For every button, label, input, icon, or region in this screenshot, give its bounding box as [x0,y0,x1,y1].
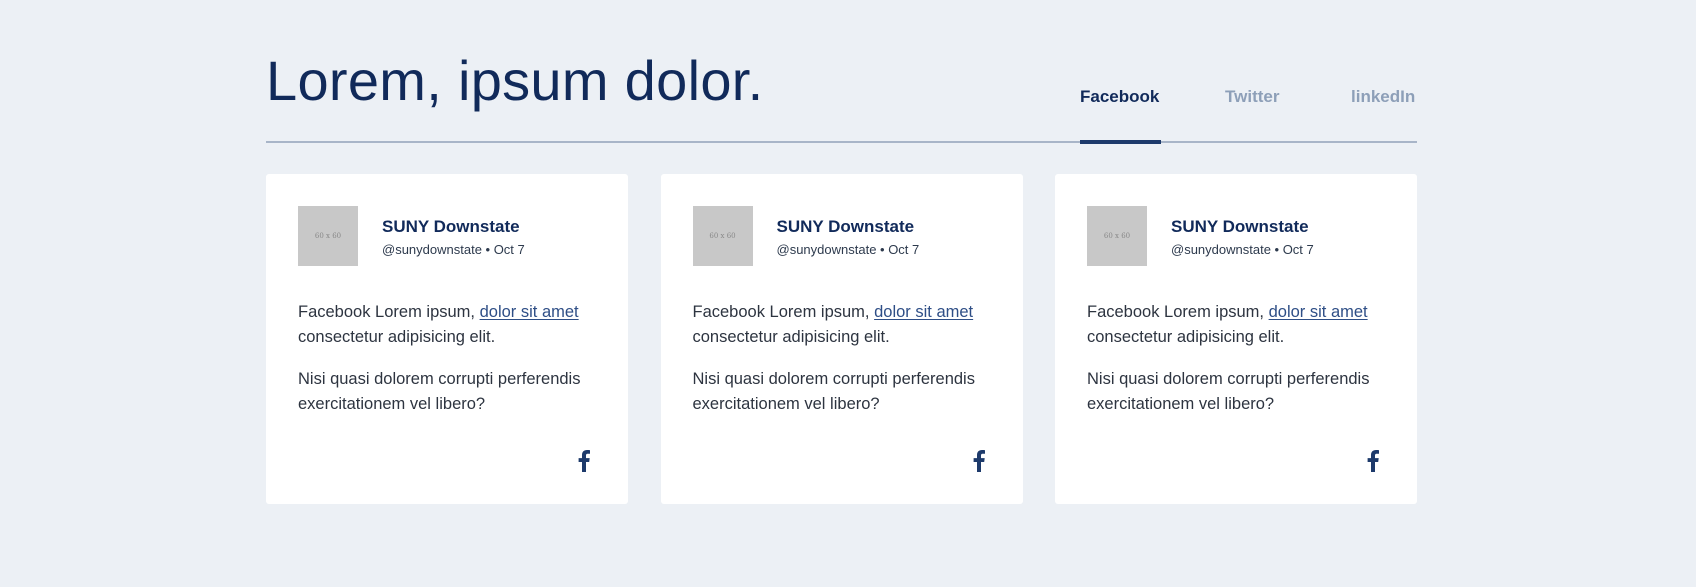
post-text: consectetur adipisicing elit. [1087,328,1285,346]
post-meta: SUNY Downstate @sunydownstate • Oct 7 [1171,215,1314,257]
post-paragraph: Facebook Lorem ipsum, dolor sit amet con… [693,300,991,350]
post-header: 60 x 60 SUNY Downstate @sunydownstate • … [298,206,596,266]
post-paragraph: Nisi quasi dolorem corrupti perferendis … [1087,370,1370,413]
author-name: SUNY Downstate [1171,217,1309,236]
post-text: consectetur adipisicing elit. [298,328,496,346]
post-cards: 60 x 60 SUNY Downstate @sunydownstate • … [266,174,1417,504]
section-header: Lorem, ipsum dolor. Facebook Twitter lin… [266,0,1417,144]
post-body: Facebook Lorem ipsum, dolor sit amet con… [298,300,596,417]
facebook-icon[interactable] [973,450,985,472]
facebook-icon[interactable] [578,450,590,472]
post-link[interactable]: dolor sit amet [1269,303,1368,321]
post-paragraph: Facebook Lorem ipsum, dolor sit amet con… [1087,300,1385,350]
author-name: SUNY Downstate [382,217,520,236]
post-link[interactable]: dolor sit amet [480,303,579,321]
social-tabs: Facebook Twitter linkedIn [1080,0,1417,144]
tab-twitter[interactable]: Twitter [1225,0,1287,141]
social-feed-section: Lorem, ipsum dolor. Facebook Twitter lin… [266,0,1417,504]
post-paragraph: Nisi quasi dolorem corrupti perferendis … [692,370,975,413]
tab-linkedin[interactable]: linkedIn [1351,0,1417,141]
post-paragraph: Nisi quasi dolorem corrupti perferendis … [298,370,581,413]
post-card: 60 x 60 SUNY Downstate @sunydownstate • … [660,174,1023,504]
author-name: SUNY Downstate [776,217,915,236]
author-handle-date: @sunydownstate • Oct 7 [1171,242,1314,257]
post-meta: SUNY Downstate @sunydownstate • Oct 7 [777,215,920,257]
post-link[interactable]: dolor sit amet [874,303,973,321]
author-handle-date: @sunydownstate • Oct 7 [382,242,525,257]
post-body: Facebook Lorem ipsum, dolor sit amet con… [693,300,991,417]
post-body: Facebook Lorem ipsum, dolor sit amet con… [1087,300,1385,417]
author-handle-date: @sunydownstate • Oct 7 [776,242,920,257]
page-title: Lorem, ipsum dolor. [266,49,764,112]
post-paragraph: Facebook Lorem ipsum, dolor sit amet con… [298,300,596,350]
post-header: 60 x 60 SUNY Downstate @sunydownstate • … [1087,206,1385,266]
avatar: 60 x 60 [298,206,358,266]
post-meta: SUNY Downstate @sunydownstate • Oct 7 [382,215,525,257]
tab-facebook[interactable]: Facebook [1080,0,1161,144]
post-text: Facebook Lorem ipsum, [692,303,875,321]
facebook-icon[interactable] [1367,450,1379,472]
post-text: Facebook Lorem ipsum, [298,303,480,321]
post-card: 60 x 60 SUNY Downstate @sunydownstate • … [266,174,628,504]
post-card: 60 x 60 SUNY Downstate @sunydownstate • … [1055,174,1417,504]
post-text: consectetur adipisicing elit. [692,328,890,346]
post-header: 60 x 60 SUNY Downstate @sunydownstate • … [692,206,991,266]
avatar: 60 x 60 [692,206,753,266]
post-text: Facebook Lorem ipsum, [1087,303,1269,321]
avatar: 60 x 60 [1087,206,1147,266]
